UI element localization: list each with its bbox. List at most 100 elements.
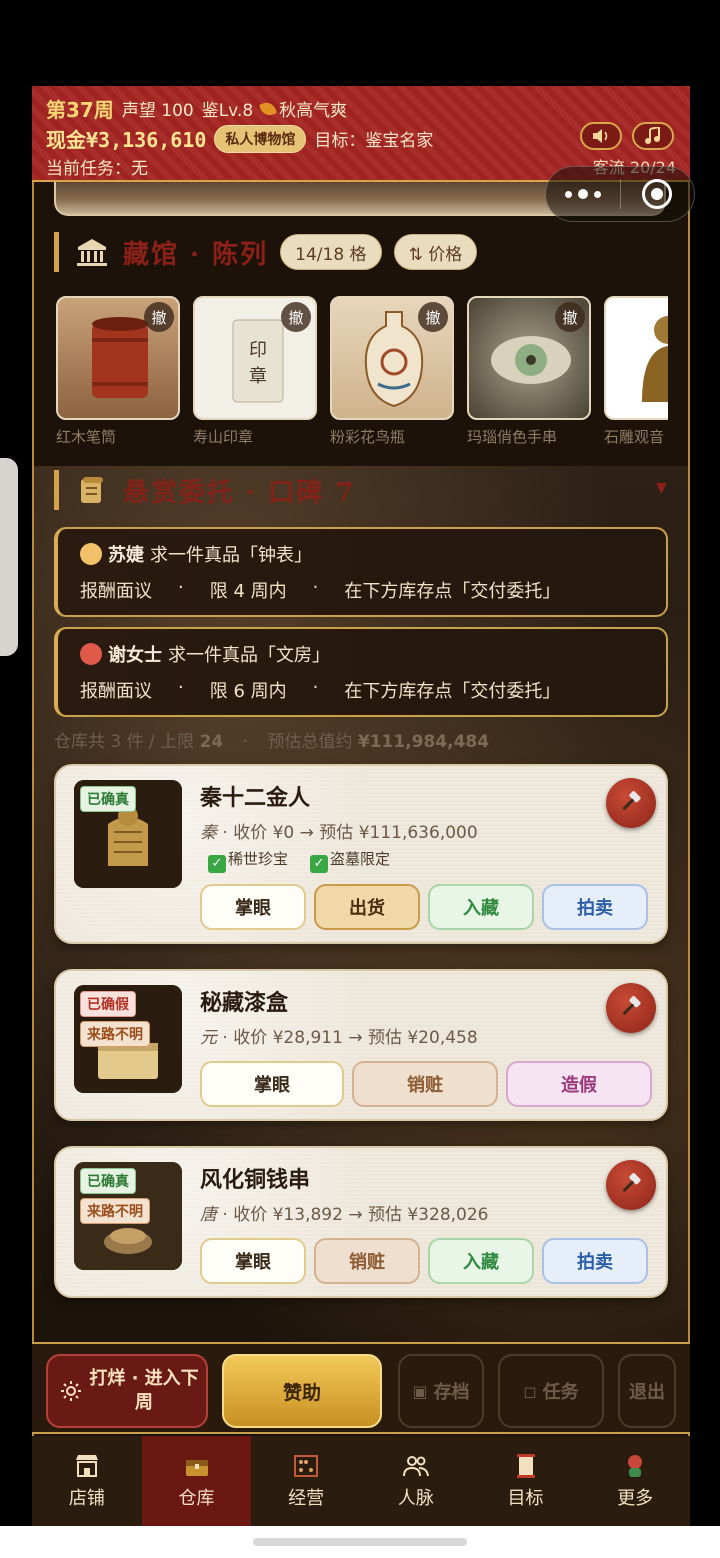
exhibit-row[interactable]: 撤 红木笔筒 印章 撤 寿山印章 撤 粉彩花鸟瓶 撤 玛瑙俏色手串 石雕观音 <box>56 296 668 456</box>
add-to-collection-button[interactable]: 入藏 <box>428 884 534 930</box>
collapse-chevron-icon[interactable]: ▼ <box>656 480 667 496</box>
commission-request: 求一件真品「文房」 <box>168 645 330 666</box>
item-tag: ✓ 盗墓限定 <box>310 848 390 873</box>
inspect-button[interactable]: 掌眼 <box>200 884 306 930</box>
nav-item-warehouse[interactable]: 仓库 <box>141 1436 252 1526</box>
inventory-item-card[interactable]: 已确假 来路不明 秘藏漆盒 元 · 收价 ¥28,911 → 预估 ¥20,45… <box>54 969 668 1121</box>
sell-button[interactable]: 出货 <box>314 884 420 930</box>
inventory-item-card[interactable]: 已确真 秦十二金人 秦 · 收价 ¥0 → 预估 ¥111,636,000 ✓ 稀… <box>54 764 668 944</box>
svg-text:章: 章 <box>249 366 267 387</box>
home-indicator[interactable] <box>253 1538 467 1546</box>
commission-card[interactable]: 苏婕 求一件真品「钟表」 报酬面议 · 限 4 周内 · 在下方库存点「交付委托… <box>54 527 668 617</box>
auction-hammer-button[interactable] <box>606 983 656 1033</box>
commission-reward: 报酬面议 <box>80 681 152 702</box>
authentic-badge: 已确真 <box>80 786 136 812</box>
nav-item-shop[interactable]: 店铺 <box>32 1436 142 1526</box>
exhibit-item[interactable]: 石雕观音 <box>604 296 668 447</box>
exhibit-item[interactable]: 撤 红木笔筒 <box>56 296 180 447</box>
commission-section-header: 悬赏委托 · 口碑 7 <box>54 470 355 510</box>
exhibit-item[interactable]: 印章 撤 寿山印章 <box>193 296 317 447</box>
hammer-icon <box>622 791 641 810</box>
item-image: 已确真 <box>74 780 182 888</box>
close-miniprogram-icon[interactable] <box>621 179 695 209</box>
autumn-leaf-icon <box>259 99 278 118</box>
remove-exhibit-button[interactable]: 撤 <box>281 302 311 332</box>
miniprogram-capsule[interactable] <box>545 166 695 222</box>
next-week-label: 打烊 · 进入下周 <box>89 1368 199 1413</box>
check-icon: ✓ <box>208 855 226 873</box>
nav-item-more[interactable]: 更多 <box>580 1436 690 1526</box>
people-icon <box>402 1456 429 1477</box>
tasks-button[interactable]: ◻ 任务 <box>498 1354 604 1428</box>
storage-total-value: ¥111,984,484 <box>357 732 490 752</box>
bottom-nav: 店铺 仓库 经营 人脉 目标 更多 <box>32 1436 690 1526</box>
forge-button[interactable]: 造假 <box>506 1061 652 1107</box>
exhibit-item[interactable]: 撤 粉彩花鸟瓶 <box>330 296 454 447</box>
item-price-info: 元 · 收价 ¥28,911 → 预估 ¥20,458 <box>200 1028 478 1048</box>
save-icon: ▣ <box>412 1381 428 1401</box>
exhibit-thumb: 撤 <box>56 296 180 420</box>
nav-item-goals[interactable]: 目标 <box>471 1436 581 1526</box>
nav-item-business[interactable]: 经营 <box>251 1436 361 1526</box>
next-week-button[interactable]: 打烊 · 进入下周 <box>46 1354 208 1428</box>
dispose-button[interactable]: 销赃 <box>352 1061 498 1107</box>
speaker-icon <box>593 129 608 143</box>
nav-item-contacts[interactable]: 人脉 <box>361 1436 471 1526</box>
museum-badge[interactable]: 私人博物馆 <box>214 124 307 153</box>
exhibit-name: 粉彩花鸟瓶 <box>330 428 406 446</box>
unknown-origin-badge: 来路不明 <box>80 1021 150 1047</box>
save-button[interactable]: ▣ 存档 <box>398 1354 484 1428</box>
status-bar <box>0 0 720 86</box>
authentic-badge: 已确真 <box>80 1168 136 1194</box>
sort-by-price-button[interactable]: ⇅ 价格 <box>393 234 478 270</box>
inventory-item-card[interactable]: 已确真 来路不明 风化铜钱串 唐 · 收价 ¥13,892 → 预估 ¥328,… <box>54 1146 668 1298</box>
item-tag: ✓ 稀世珍宝 <box>208 848 288 873</box>
storage-summary: 仓库共 3 件 / 上限 24 · 预估总值约 ¥111,984,484 <box>54 732 490 752</box>
exit-button[interactable]: 退出 <box>618 1354 676 1428</box>
add-to-collection-button[interactable]: 入藏 <box>428 1238 534 1284</box>
exhibit-thumb <box>604 296 668 420</box>
auction-hammer-button[interactable] <box>606 1160 656 1210</box>
music-toggle-button[interactable] <box>632 122 674 150</box>
remove-exhibit-button[interactable]: 撤 <box>418 302 448 332</box>
scroll-goal-icon <box>516 1454 535 1478</box>
item-title: 秘藏漆盒 <box>200 990 289 1016</box>
commission-reward: 报酬面议 <box>80 581 152 602</box>
sun-icon <box>61 1381 81 1401</box>
item-title: 风化铜钱串 <box>200 1167 311 1193</box>
auction-hammer-button[interactable] <box>606 778 656 828</box>
inspect-button[interactable]: 掌眼 <box>200 1061 344 1107</box>
remove-exhibit-button[interactable]: 撤 <box>144 302 174 332</box>
auction-button[interactable]: 拍卖 <box>542 884 648 930</box>
dispose-button[interactable]: 销赃 <box>314 1238 420 1284</box>
exhibit-name: 寿山印章 <box>193 428 254 446</box>
inspect-button[interactable]: 掌眼 <box>200 1238 306 1284</box>
commission-deadline: 限 4 周内 <box>209 581 287 602</box>
client-name: 谢女士 <box>108 645 162 666</box>
commission-hint: 在下方库存点「交付委托」 <box>344 581 561 602</box>
auction-button[interactable]: 拍卖 <box>542 1238 648 1284</box>
season: 秋高气爽 <box>279 101 348 121</box>
appraisal-level: 鉴Lv.8 <box>201 101 254 121</box>
commission-card[interactable]: 谢女士 求一件真品「文房」 报酬面议 · 限 6 周内 · 在下方库存点「交付委… <box>54 627 668 717</box>
item-image: 已确真 来路不明 <box>74 1162 182 1270</box>
week-counter: 第37周 <box>46 98 114 122</box>
storage-total-label: 预估总值约 <box>267 732 353 752</box>
exhibit-item[interactable]: 撤 玛瑙俏色手串 <box>467 296 591 447</box>
abacus-icon <box>294 1455 319 1477</box>
sound-toggle-button[interactable] <box>580 122 622 150</box>
side-drawer-handle[interactable] <box>0 458 18 656</box>
exhibit-name: 石雕观音 <box>604 428 665 446</box>
museum-building-icon <box>77 239 107 266</box>
item-tags: ✓ 稀世珍宝 ✓ 盗墓限定 <box>208 848 390 873</box>
storage-limit: 24 <box>199 732 224 752</box>
shop-icon <box>75 1455 98 1477</box>
svg-text:印: 印 <box>249 340 267 361</box>
item-price-info: 秦 · 收价 ¥0 → 预估 ¥111,636,000 <box>200 823 478 843</box>
more-options-icon[interactable] <box>546 189 620 199</box>
goal-text: 目标：鉴宝名家 <box>314 131 434 151</box>
remove-exhibit-button[interactable]: 撤 <box>555 302 585 332</box>
sponsor-button[interactable]: 赞助 <box>222 1354 382 1428</box>
more-icon <box>628 1455 643 1477</box>
commission-request: 求一件真品「钟表」 <box>150 545 312 566</box>
